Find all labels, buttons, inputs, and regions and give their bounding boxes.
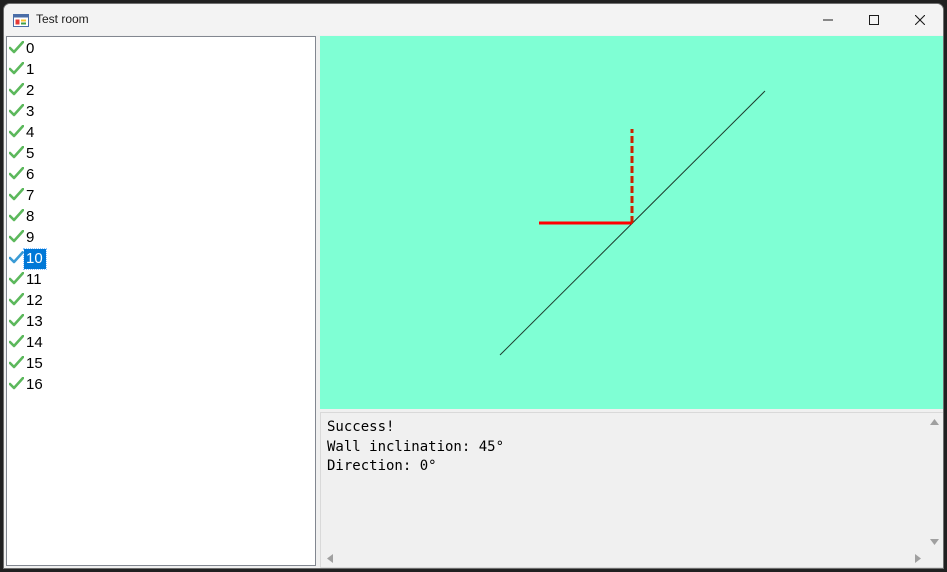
output-line: Direction: 0° [327, 458, 437, 474]
output-line: Wall inclination: 45° [327, 438, 505, 455]
output-text: Success! Wall inclination: 45° Direction… [327, 418, 504, 477]
green-check-icon [9, 293, 24, 306]
test-list-item[interactable]: 6 [7, 165, 307, 186]
maximize-icon [869, 14, 879, 25]
green-check-icon [9, 125, 24, 138]
test-list-item[interactable]: 9 [7, 228, 307, 249]
client-area: 0 1 2 3 4 5 6 7 8 9 10 11 12 13 14 15 16 Success! Wall i… [4, 35, 943, 568]
green-check-icon [9, 251, 24, 264]
test-list-item[interactable]: 7 [7, 186, 307, 207]
test-list-item[interactable]: 0 [7, 39, 307, 60]
test-list-item-label: 16 [26, 376, 43, 393]
test-list-item-label: 12 [26, 292, 43, 309]
green-check-icon [9, 62, 24, 75]
test-list-item-label: 9 [26, 229, 35, 246]
test-list-item-label: 7 [26, 187, 35, 204]
scroll-corner [926, 550, 943, 567]
test-list-item-label: 8 [26, 208, 35, 225]
test-list-item[interactable]: 11 [7, 270, 307, 291]
test-list-item-label: 2 [26, 82, 35, 99]
app-window-icon [13, 14, 29, 27]
scroll-right-icon[interactable] [909, 550, 926, 567]
test-list-item[interactable]: 1 [7, 60, 307, 81]
test-list[interactable]: 0 1 2 3 4 5 6 7 8 9 10 11 12 13 14 15 16 [6, 36, 316, 566]
green-check-icon [9, 167, 24, 180]
test-list-item[interactable]: 14 [7, 333, 307, 354]
test-list-item-label: 6 [26, 166, 35, 183]
output-line: Success! [327, 419, 395, 435]
green-check-icon [9, 314, 24, 327]
close-button[interactable] [897, 4, 943, 35]
test-list-item-label: 10 [23, 248, 47, 270]
vertical-scrollbar[interactable] [925, 413, 943, 550]
test-list-item-label: 15 [26, 355, 43, 372]
test-list-item-label: 11 [26, 271, 42, 288]
horizontal-scrollbar[interactable] [321, 550, 926, 567]
test-list-item[interactable]: 2 [7, 81, 307, 102]
test-list-item[interactable]: 16 [7, 375, 307, 396]
green-check-icon [9, 188, 24, 201]
test-list-item[interactable]: 12 [7, 291, 307, 312]
close-icon [915, 14, 925, 25]
green-check-icon [9, 146, 24, 159]
minimize-icon [823, 19, 833, 20]
scroll-up-icon[interactable] [926, 413, 943, 430]
test-list-item[interactable]: 10 [7, 248, 307, 270]
green-check-icon [9, 83, 24, 96]
test-list-item-label: 13 [26, 313, 43, 330]
test-list-item[interactable]: 5 [7, 144, 307, 165]
test-room-window: Test room 0 1 2 3 4 5 6 7 8 9 10 11 12 13 14 15 16 Succe… [3, 3, 944, 569]
test-list-item-label: 0 [26, 40, 35, 57]
title-bar[interactable]: Test room [4, 4, 943, 35]
scroll-left-icon[interactable] [321, 550, 338, 567]
green-check-icon [9, 104, 24, 117]
test-list-item-label: 3 [26, 103, 35, 120]
green-check-icon [9, 377, 24, 390]
window-title: Test room [36, 12, 89, 26]
green-check-icon [9, 356, 24, 369]
green-check-icon [9, 230, 24, 243]
test-list-item[interactable]: 13 [7, 312, 307, 333]
test-list-item-label: 4 [26, 124, 35, 141]
test-list-item-label: 1 [26, 61, 35, 78]
green-check-icon [9, 41, 24, 54]
green-check-icon [9, 272, 24, 285]
test-list-item[interactable]: 8 [7, 207, 307, 228]
test-list-item-label: 14 [26, 334, 43, 351]
test-list-item-label: 5 [26, 145, 35, 162]
maximize-button[interactable] [851, 4, 897, 35]
green-check-icon [9, 335, 24, 348]
test-list-item[interactable]: 15 [7, 354, 307, 375]
minimize-button[interactable] [805, 4, 851, 35]
output-textbox[interactable]: Success! Wall inclination: 45° Direction… [320, 412, 943, 568]
simulation-canvas[interactable] [320, 36, 943, 409]
green-check-icon [9, 209, 24, 222]
simulation-svg [499, 90, 766, 356]
test-list-item[interactable]: 4 [7, 123, 307, 144]
test-list-item[interactable]: 3 [7, 102, 307, 123]
scroll-down-icon[interactable] [926, 533, 943, 550]
